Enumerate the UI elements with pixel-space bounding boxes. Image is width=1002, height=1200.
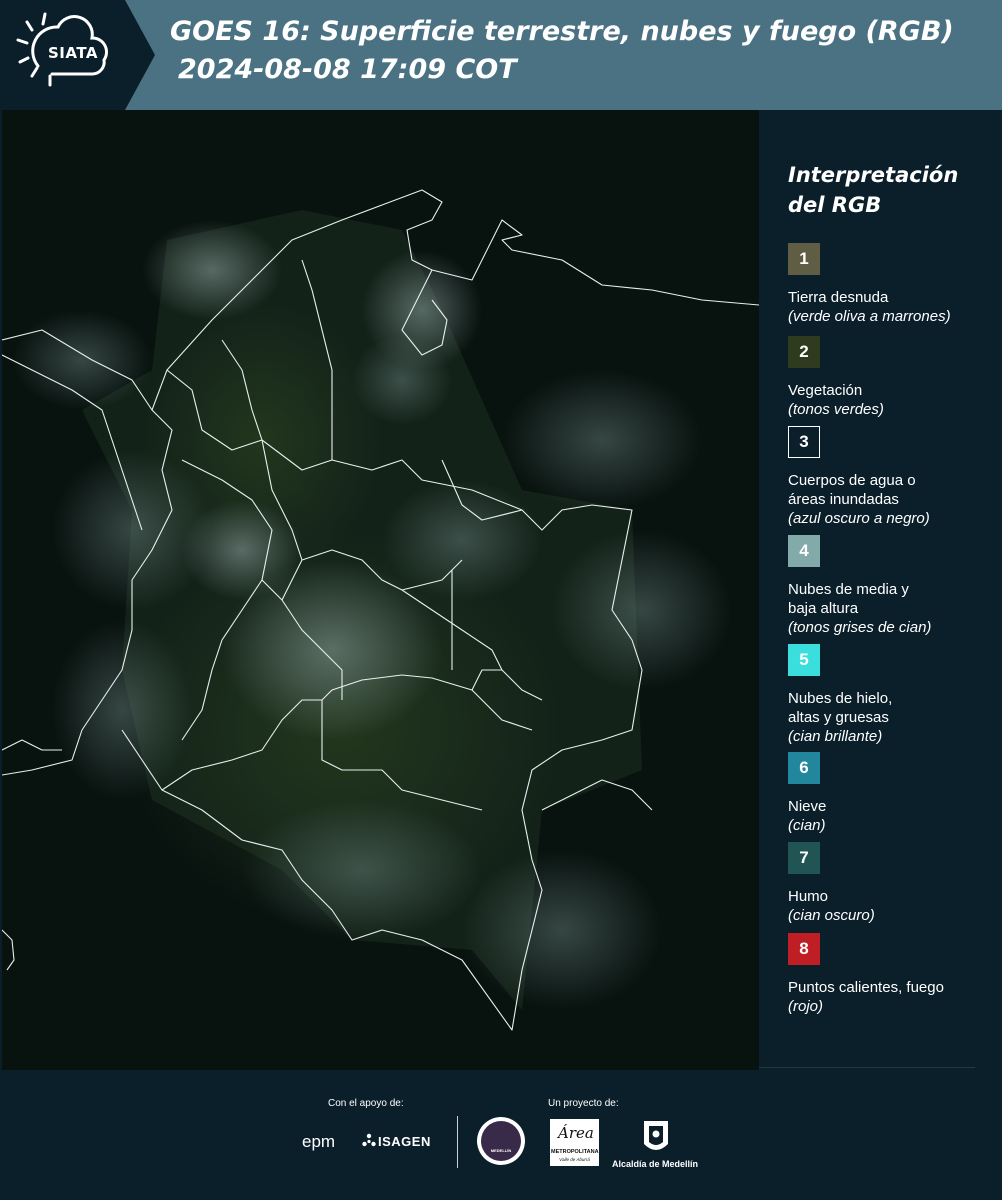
legend-desc-2: (tonos verdes) — [788, 401, 884, 418]
area-logo-name: METROPOLITANA — [551, 1149, 599, 1155]
isagen-icon — [362, 1133, 376, 1147]
legend-swatch-7: 7 — [788, 842, 820, 874]
page-datetime: 2024-08-08 17:09 COT — [178, 54, 517, 85]
medellin-coat-of-arms-icon — [644, 1121, 668, 1150]
legend-item-smoke: 7 Humo (cian oscuro) — [788, 842, 998, 925]
legend-label-3: Cuerpos de agua o áreas inundadas — [788, 472, 916, 508]
legend-label-2: Vegetación — [788, 382, 863, 399]
satellite-image — [2, 110, 759, 1070]
legend-swatch-6: 6 — [788, 752, 820, 784]
isagen-logo: ISAGEN — [378, 1134, 431, 1149]
legend-swatch-1: 1 — [788, 243, 820, 275]
legend-desc-5: (cian brillante) — [788, 728, 883, 745]
footer-divider — [457, 1116, 458, 1168]
legend-item-mid-low-clouds: 4 Nubes de media y baja altura (tonos gr… — [788, 535, 998, 637]
legend-label-1: Tierra desnuda — [788, 289, 889, 306]
siata-logo-text: SIATA — [48, 44, 99, 62]
legend-swatch-3: 3 — [788, 426, 820, 458]
legend-swatch-2: 2 — [788, 336, 820, 368]
medellin-seal-logo: MEDELLÍN — [477, 1117, 525, 1165]
legend-label-7: Humo — [788, 888, 829, 905]
legend-desc-7: (cian oscuro) — [788, 907, 875, 924]
legend-label-4: Nubes de media y baja altura — [788, 581, 909, 617]
satellite-map — [2, 110, 759, 1070]
seal-text: MEDELLÍN — [490, 1148, 512, 1153]
area-logo-sub: Valle de Aburrá — [559, 1157, 590, 1162]
legend-desc-6: (cian) — [788, 817, 826, 834]
legend-swatch-5: 5 — [788, 644, 820, 676]
legend-desc-4: (tonos grises de cian) — [788, 619, 932, 636]
header-bar: SIATA GOES 16: Superficie terrestre, nub… — [0, 0, 1002, 110]
support-caption: Con el apoyo de: — [328, 1098, 404, 1109]
legend-title: Interpretación del RGB — [788, 163, 959, 217]
legend-desc-3: (azul oscuro a negro) — [788, 510, 930, 527]
rgb-legend: Interpretación del RGB 1 Tierra desnuda … — [788, 160, 998, 1015]
footer: Con el apoyo de: Un proyecto de: epm ISA… — [0, 1070, 1002, 1200]
area-logo-script: Área — [558, 1124, 594, 1142]
page-title: GOES 16: Superficie terrestre, nubes y f… — [170, 16, 954, 47]
legend-desc-1: (verde oliva a marrones) — [788, 308, 951, 325]
legend-item-vegetation: 2 Vegetación (tonos verdes) — [788, 336, 998, 419]
legend-item-ice-clouds: 5 Nubes de hielo, altas y gruesas (cian … — [788, 644, 998, 746]
legend-swatch-8: 8 — [788, 933, 820, 965]
legend-swatch-4: 4 — [788, 535, 820, 567]
legend-label-5: Nubes de hielo, altas y gruesas — [788, 690, 893, 726]
legend-label-6: Nieve — [788, 798, 827, 815]
siata-logo: SIATA — [0, 0, 155, 110]
legend-divider — [759, 1067, 975, 1068]
legend-item-snow: 6 Nieve (cian) — [788, 752, 998, 835]
legend-label-8: Puntos calientes, fuego — [788, 979, 944, 996]
project-caption: Un proyecto de: — [548, 1098, 619, 1109]
legend-item-fire: 8 Puntos calientes, fuego (rojo) — [788, 933, 998, 1016]
legend-item-water: 3 Cuerpos de agua o áreas inundadas (azu… — [788, 426, 998, 528]
area-metropolitana-logo: Área METROPOLITANA Valle de Aburrá — [550, 1119, 599, 1166]
legend-desc-8: (rojo) — [788, 998, 824, 1015]
epm-logo: epm — [302, 1132, 336, 1151]
legend-item-bare-land: 1 Tierra desnuda (verde oliva a marrones… — [788, 243, 998, 326]
alcaldia-logo-text: Alcaldía de Medellín — [612, 1159, 699, 1169]
